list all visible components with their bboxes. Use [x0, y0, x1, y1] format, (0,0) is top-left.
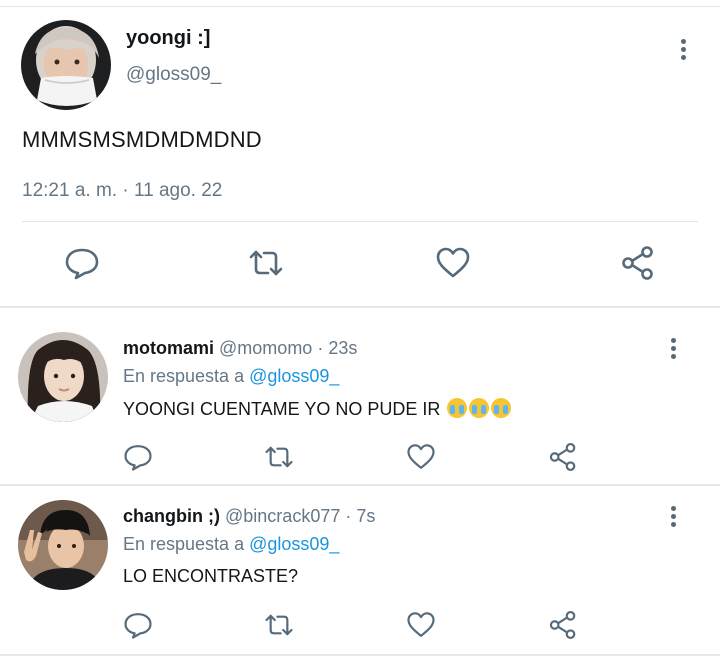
reply-header: motomami @momomo · 23s [123, 338, 357, 359]
reply-time: · 23s [317, 338, 358, 358]
tweet-timestamp: 12:21 a. m. · 11 ago. 22 [22, 180, 223, 201]
share-icon[interactable] [548, 442, 578, 472]
more-options-icon[interactable] [678, 39, 688, 65]
retweet-icon[interactable] [248, 245, 284, 281]
reply-text-body: YOONGI CUENTAME YO NO PUDE IR [123, 399, 441, 419]
in-reply-to: En respuesta a @gloss09_ [123, 534, 339, 555]
reply-time: · 7s [345, 506, 376, 526]
mention-link[interactable]: @gloss09_ [249, 366, 339, 386]
main-tweet: yoongi :] @gloss09_ MMMSMSMDMDMDND 12:21… [0, 0, 720, 306]
retweet-icon[interactable] [264, 610, 294, 640]
separator [0, 654, 720, 656]
author-handle[interactable]: @gloss09_ [126, 64, 221, 86]
reply-header: changbin ;) @bincrack077 · 7s [123, 506, 375, 527]
crying-face-emoji-icon [491, 398, 512, 418]
reply-tweet[interactable]: changbin ;) @bincrack077 · 7s En respues… [0, 486, 720, 656]
author-name[interactable]: changbin ;) [123, 506, 220, 526]
like-icon[interactable] [406, 610, 436, 640]
share-icon[interactable] [548, 610, 578, 640]
author-name[interactable]: yoongi :] [126, 27, 210, 50]
reply-icon[interactable] [64, 245, 100, 281]
reply-tweet[interactable]: motomami @momomo · 23s En respuesta a @g… [0, 308, 720, 484]
in-reply-prefix: En respuesta a [123, 366, 245, 386]
reply-icon[interactable] [123, 442, 153, 472]
author-name[interactable]: motomami [123, 338, 214, 358]
more-options-icon[interactable] [668, 338, 678, 364]
tweet-text: MMMSMSMDMDMDND [22, 127, 262, 152]
author-handle[interactable]: @momomo [219, 338, 312, 358]
divider [22, 221, 698, 222]
like-icon[interactable] [435, 245, 471, 281]
more-options-icon[interactable] [668, 506, 678, 532]
share-icon[interactable] [620, 245, 656, 281]
mention-link[interactable]: @gloss09_ [249, 534, 339, 554]
in-reply-to: En respuesta a @gloss09_ [123, 366, 339, 387]
reply-text: YOONGI CUENTAME YO NO PUDE IR [123, 398, 512, 420]
reply-icon[interactable] [123, 610, 153, 640]
avatar[interactable] [18, 500, 108, 590]
crying-face-emoji-icon [469, 398, 490, 418]
like-icon[interactable] [406, 442, 436, 472]
avatar[interactable] [21, 20, 111, 110]
avatar[interactable] [18, 332, 108, 422]
in-reply-prefix: En respuesta a [123, 534, 245, 554]
retweet-icon[interactable] [264, 442, 294, 472]
reply-text: LO ENCONTRASTE? [123, 566, 299, 586]
author-handle[interactable]: @bincrack077 [225, 506, 340, 526]
crying-face-emoji-icon [447, 398, 468, 418]
